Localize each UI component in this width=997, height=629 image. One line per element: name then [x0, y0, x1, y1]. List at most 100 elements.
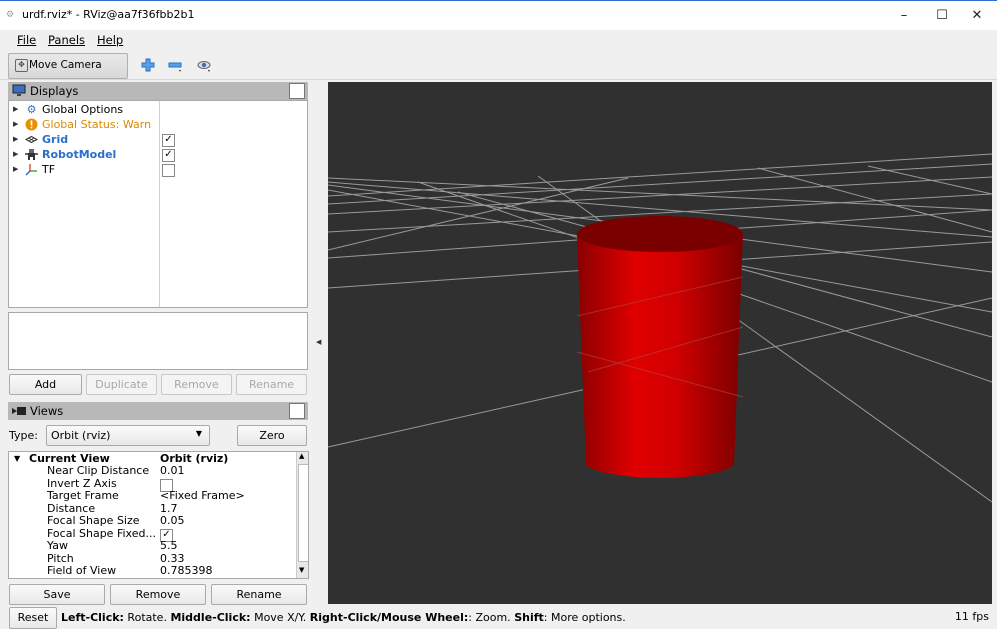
collapse-arrow-icon[interactable]: ▼	[14, 453, 20, 465]
chevron-down-icon: ▼	[195, 429, 202, 438]
window-title: urdf.rviz* - RViz@aa7f36fbb2b1	[22, 8, 195, 21]
move-camera-icon: ✥	[15, 59, 28, 72]
close-button[interactable]: ✕	[957, 4, 997, 28]
prop-value[interactable]: 0.785398	[160, 565, 213, 577]
displays-panel-header: Displays	[8, 82, 308, 100]
display-item-global-status[interactable]: ▶ Global Status: Warn	[9, 117, 157, 132]
remove-display-button[interactable]: Remove	[161, 374, 232, 395]
displays-panel-float-toggle[interactable]	[289, 83, 305, 99]
view-type-select[interactable]: Orbit (rviz) ▼	[46, 425, 210, 446]
display-item-label: Global Options	[42, 103, 124, 116]
display-item-global-options[interactable]: ▶ ⚙ Global Options	[9, 102, 157, 117]
column-divider	[159, 101, 160, 307]
prop-value[interactable]: <Fixed Frame>	[160, 490, 245, 502]
tf-axes-icon	[25, 163, 38, 176]
prop-name: Pitch	[47, 551, 74, 565]
prop-name: Near Clip Distance	[47, 464, 150, 477]
rename-view-button[interactable]: Rename	[211, 584, 307, 605]
save-view-button[interactable]: Save	[9, 584, 105, 605]
prop-pitch[interactable]: Pitch 0.33	[9, 551, 297, 565]
menu-bar: File Panels Help	[0, 30, 997, 50]
remove-tool-icon[interactable]	[167, 57, 183, 73]
display-item-label: TF	[42, 163, 56, 176]
prop-name: Focal Shape Size	[47, 514, 140, 527]
views-panel-float-toggle[interactable]	[289, 403, 305, 419]
scroll-down-icon[interactable]: ▼	[299, 566, 304, 574]
3d-render-viewport[interactable]	[328, 82, 992, 604]
display-item-label: RobotModel	[42, 148, 117, 161]
menu-file[interactable]: File	[17, 33, 36, 47]
expand-arrow-icon[interactable]: ▶	[13, 132, 18, 147]
prop-name: Focal Shape Fixed...	[47, 526, 156, 540]
prop-value[interactable]: 1.7	[160, 502, 178, 515]
hint-left-click-desc: Rotate.	[123, 611, 171, 624]
splitter-collapse-icon[interactable]: ◀	[316, 338, 321, 346]
reset-button[interactable]: Reset	[9, 607, 57, 629]
camera-type-icon[interactable]	[196, 57, 212, 73]
expand-arrow-icon[interactable]: ▶	[13, 117, 18, 132]
hint-shift: Shift	[514, 611, 544, 624]
remove-view-button[interactable]: Remove	[110, 584, 206, 605]
fps-counter: 11 fps	[954, 610, 989, 623]
grid-icon	[24, 133, 39, 146]
prop-invert-z-axis[interactable]: Invert Z Axis	[9, 476, 297, 492]
prop-distance[interactable]: Distance 1.7	[9, 501, 297, 515]
view-type-label: Type:	[9, 429, 38, 442]
robotmodel-enabled-checkbox[interactable]: ✓	[162, 149, 175, 162]
scroll-up-icon[interactable]: ▲	[299, 452, 304, 460]
prop-focal-shape-fixed[interactable]: Focal Shape Fixed... ✓	[9, 526, 297, 542]
prop-value[interactable]: 0.05	[160, 515, 185, 527]
duplicate-display-button[interactable]: Duplicate	[86, 374, 157, 395]
menu-panels-label: Panels	[48, 33, 86, 47]
rename-display-button[interactable]: Rename	[236, 374, 307, 395]
status-hint: Left-Click: Rotate. Middle-Click: Move X…	[61, 611, 626, 624]
expand-arrow-icon[interactable]: ▶	[13, 147, 18, 162]
hint-shift-desc: : More options.	[543, 611, 626, 624]
prop-value[interactable]: 0.01	[160, 465, 185, 477]
add-tool-icon[interactable]	[140, 57, 156, 73]
prop-name: Invert Z Axis	[47, 476, 117, 490]
menu-panels[interactable]: Panels	[48, 33, 85, 47]
gear-icon: ⚙	[26, 103, 37, 116]
prop-name: Yaw	[47, 539, 68, 552]
menu-help-label: Help	[97, 33, 124, 47]
add-display-button[interactable]: Add	[9, 374, 82, 395]
minimize-button[interactable]: –	[884, 4, 924, 28]
displays-title: Displays	[30, 84, 79, 98]
red-cylinder	[577, 216, 743, 479]
prop-target-frame[interactable]: Target Frame <Fixed Frame>	[9, 490, 297, 502]
camera-icon	[12, 407, 26, 415]
zero-view-button[interactable]: Zero	[237, 425, 307, 446]
menu-help[interactable]: Help	[97, 33, 123, 47]
properties-scrollbar[interactable]: ▲ ▼	[296, 452, 308, 578]
expand-arrow-icon[interactable]: ▶	[13, 162, 18, 177]
display-item-grid[interactable]: ▶ Grid	[9, 132, 157, 147]
move-camera-button[interactable]: ✥ Move Camera	[8, 53, 128, 79]
tf-enabled-checkbox[interactable]	[162, 164, 175, 177]
menu-file-label: File	[17, 33, 37, 47]
hint-middle-click-desc: Move X/Y.	[250, 611, 310, 624]
prop-name: Distance	[47, 501, 96, 515]
views-panel-header: Views	[8, 402, 308, 420]
prop-field-of-view[interactable]: Field of View 0.785398	[9, 565, 297, 577]
maximize-button[interactable]: ☐	[922, 4, 962, 28]
prop-yaw[interactable]: Yaw 5.5	[9, 540, 297, 552]
display-item-tf[interactable]: ▶ TF	[9, 162, 157, 177]
display-item-label: Global Status: Warn	[42, 118, 152, 131]
toolbar: ✥ Move Camera	[0, 50, 997, 80]
display-item-robotmodel[interactable]: ▶ RobotModel	[9, 147, 157, 162]
prop-value[interactable]: 5.5	[160, 540, 178, 552]
grid-enabled-checkbox[interactable]: ✓	[162, 134, 175, 147]
hint-right-click: Right-Click/Mouse Wheel:	[309, 611, 469, 624]
expand-arrow-icon[interactable]: ▶	[13, 102, 18, 117]
views-title: Views	[30, 404, 64, 418]
robot-icon	[25, 148, 38, 161]
prop-near-clip-distance[interactable]: Near Clip Distance 0.01	[9, 465, 297, 477]
scrollbar-thumb[interactable]	[298, 464, 308, 562]
view-type-value: Orbit (rviz)	[51, 429, 111, 442]
prop-value[interactable]: 0.33	[160, 552, 185, 565]
warning-icon	[25, 118, 38, 131]
status-bar: Reset Left-Click: Rotate. Middle-Click: …	[0, 606, 997, 629]
display-description-area	[8, 312, 308, 370]
prop-focal-shape-size[interactable]: Focal Shape Size 0.05	[9, 515, 297, 527]
